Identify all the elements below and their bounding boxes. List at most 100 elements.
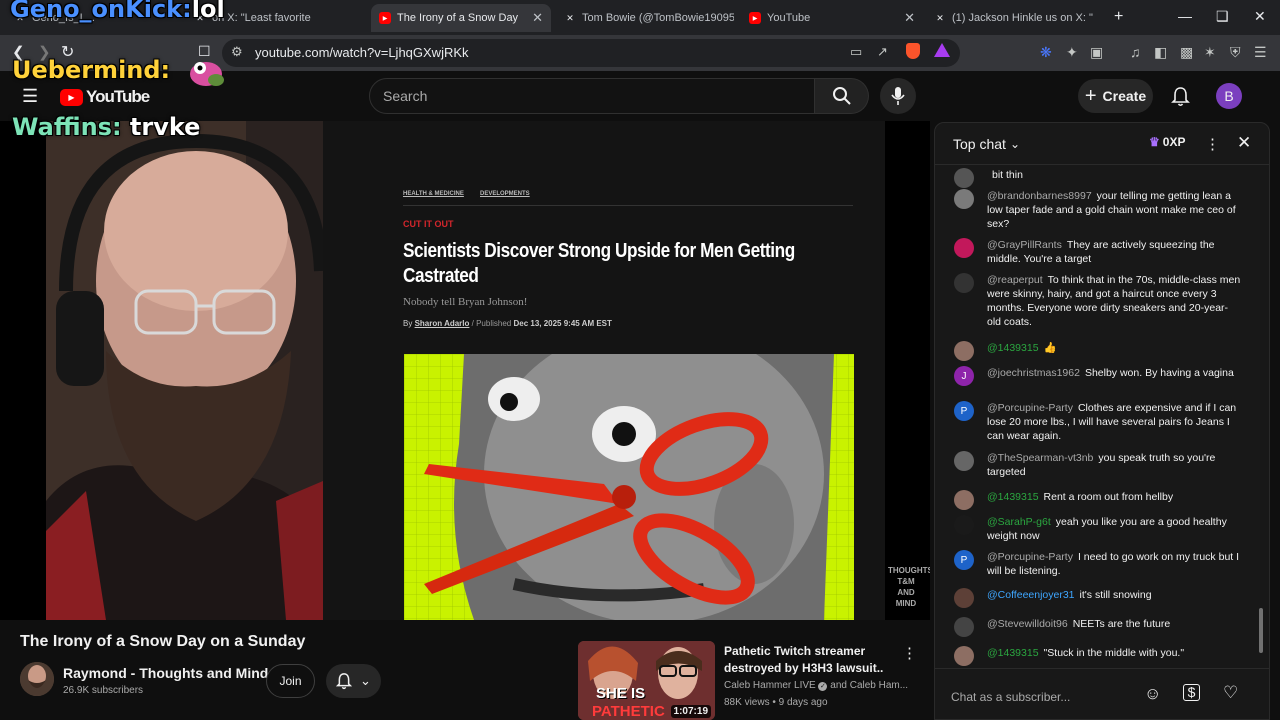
browser-tab[interactable]: ✕ Tom Bowie (@TomBowie190956 [556, 4, 734, 32]
overlay-text: lol [191, 0, 225, 23]
chat-avatar[interactable] [954, 341, 974, 361]
chat-avatar[interactable] [954, 617, 974, 637]
article-byline: By Sharon Adarlo / Published Dec 13, 202… [403, 319, 612, 328]
chat-author[interactable]: @Porcupine-Party [987, 402, 1073, 414]
recommended-channel[interactable]: Caleb Hammer LIVE ✓ and Caleb Ham... [724, 680, 908, 691]
chat-author[interactable]: @SarahP-g6t [987, 516, 1051, 528]
published-label: / Published [471, 319, 512, 328]
omnibox[interactable]: ⚙ youtube.com/watch?v=LjhqGXwjRKk ▭ ↗ [222, 39, 960, 67]
join-button[interactable]: Join [266, 664, 315, 698]
voice-search-button[interactable] [880, 78, 916, 114]
more-options-icon[interactable]: ⋮ [902, 644, 917, 662]
menu-icon[interactable]: ☰ [1254, 44, 1267, 61]
avatar-letter: B [1224, 88, 1234, 104]
chat-avatar[interactable] [954, 168, 974, 188]
browser-tab[interactable]: ▶ YouTube ✕ [741, 4, 923, 32]
leo-icon[interactable]: ✶ [1204, 44, 1216, 61]
hamburger-menu-icon[interactable]: ☰ [22, 86, 38, 107]
recommended-thumbnail[interactable]: SHE IS PATHETIC 1:07:19 [578, 641, 715, 720]
cast-icon[interactable]: ▭ [850, 44, 862, 60]
chat-author[interactable]: @1439315 [987, 342, 1039, 354]
chat-avatar[interactable] [954, 189, 974, 209]
extension-icon[interactable]: ❋ [1040, 44, 1052, 61]
browser-tab[interactable]: ✕ (1) Jackson Hinkle us on X: " [926, 4, 1106, 32]
article-tag[interactable]: HEALTH & MEDICINE [403, 191, 464, 197]
xp-label: 0XP [1162, 135, 1186, 149]
chat-author[interactable]: @brandonbarnes8997 [987, 190, 1092, 202]
chat-message: @reaperput To think that in the 70s, midd… [987, 273, 1242, 329]
chat-author[interactable]: @Porcupine-Party [987, 551, 1073, 563]
chat-author[interactable]: @Stevewilldoit96 [987, 618, 1068, 630]
chat-message: @Coffeeenjoyer31 it's still snowing [987, 588, 1242, 602]
share-icon[interactable]: ↗ [877, 44, 888, 60]
chat-message: @Porcupine-Party I need to go work on my … [987, 550, 1242, 578]
chat-avatar[interactable] [954, 646, 974, 666]
vpn-icon[interactable]: ⛨ [1230, 44, 1241, 61]
media-icon[interactable]: ♫ [1130, 44, 1141, 60]
extensions-puzzle-icon[interactable]: ✦ [1066, 44, 1078, 61]
chat-input[interactable]: Chat as a subscriber... [951, 685, 1146, 711]
chat-scrollbar[interactable] [1259, 608, 1263, 653]
account-avatar[interactable]: B [1216, 83, 1242, 109]
close-tab-icon[interactable]: ✕ [898, 10, 915, 26]
chat-author[interactable]: @1439315 [987, 647, 1039, 659]
article-author[interactable]: Sharon Adarlo [415, 319, 470, 328]
close-window-icon[interactable]: ✕ [1254, 8, 1266, 25]
minimize-icon[interactable]: — [1178, 8, 1192, 24]
microphone-icon [891, 87, 905, 105]
notifications-bell-icon[interactable] [1171, 86, 1190, 107]
site-settings-icon[interactable]: ⚙ [231, 44, 243, 60]
chat-avatar[interactable]: P [954, 550, 974, 570]
streamer-webcam-image [46, 121, 323, 620]
chat-message: @1439315 Rent a room out from hellby [987, 490, 1242, 504]
youtube-logo[interactable]: ▶ YouTube [60, 87, 150, 107]
overlay-user: Uebermind: [12, 56, 171, 84]
chat-author[interactable]: @Coffeeenjoyer31 [987, 589, 1075, 601]
chat-author[interactable]: @joechristmas1962 [987, 367, 1080, 379]
maximize-icon[interactable]: ❑ [1216, 8, 1229, 25]
video-player[interactable]: HEALTH & MEDICINE DEVELOPMENTS CUT IT OU… [0, 121, 930, 620]
brave-shield-icon[interactable] [906, 43, 920, 59]
create-button[interactable]: + Create [1078, 79, 1153, 113]
search-button[interactable] [815, 78, 869, 114]
recommended-title[interactable]: Pathetic Twitch streamer destroyed by H3… [724, 643, 894, 677]
wallet-icon[interactable]: ▩ [1180, 44, 1193, 61]
brave-rewards-icon[interactable] [934, 43, 950, 57]
chat-avatar[interactable]: J [954, 366, 974, 386]
chat-author[interactable]: @TheSpearman-vt3nb [987, 452, 1093, 464]
channel-avatar[interactable] [20, 662, 54, 696]
close-tab-icon[interactable]: ✕ [526, 10, 543, 26]
chat-mode-label: Top chat [953, 136, 1006, 152]
overlay-message: Geno_onKick:lol [10, 0, 225, 23]
chat-avatar[interactable] [954, 588, 974, 608]
chat-author[interactable]: @reaperput [987, 274, 1043, 286]
heart-icon[interactable]: ♡ [1223, 683, 1238, 703]
close-chat-icon[interactable]: ✕ [1237, 133, 1251, 153]
chat-avatar[interactable] [954, 451, 974, 471]
live-chat-panel: Top chat ⌄ ♛ 0XP ⋮ ✕ bit thin @brandonbar… [934, 122, 1270, 720]
article-tag[interactable]: DEVELOPMENTS [480, 191, 530, 197]
emoji-icon[interactable]: ☺ [1144, 684, 1161, 704]
screenshot-icon[interactable]: ▣ [1090, 44, 1103, 61]
chat-author[interactable]: @GrayPillRants [987, 239, 1062, 251]
chat-avatar[interactable] [954, 238, 974, 258]
super-chat-icon[interactable]: $ [1183, 684, 1200, 701]
channel-name[interactable]: Raymond - Thoughts and Mind [63, 665, 268, 681]
search-input[interactable]: Search [369, 78, 815, 114]
thumbnail-text: SHE IS [596, 685, 646, 702]
chat-mode-dropdown[interactable]: Top chat ⌄ [953, 136, 1020, 152]
chat-avatar[interactable] [954, 490, 974, 510]
chat-avatar[interactable] [954, 273, 974, 293]
channel-points-badge[interactable]: ♛ 0XP [1149, 135, 1185, 149]
url-text[interactable]: youtube.com/watch?v=LjhqGXwjRKk [255, 45, 469, 60]
sidebar-icon[interactable]: ◧ [1154, 44, 1167, 61]
new-tab-icon[interactable]: + [1114, 8, 1123, 26]
chat-author[interactable]: @1439315 [987, 491, 1039, 503]
subscribed-notifications-button[interactable]: ⌄ [326, 664, 381, 698]
chat-more-icon[interactable]: ⋮ [1205, 135, 1220, 153]
chat-avatar[interactable] [954, 515, 974, 535]
recommended-meta: 88K views • 9 days ago [724, 697, 828, 708]
chat-avatar[interactable]: P [954, 401, 974, 421]
article-screen: HEALTH & MEDICINE DEVELOPMENTS CUT IT OU… [323, 121, 885, 620]
browser-tab[interactable]: ▶ The Irony of a Snow Day ✕ [371, 4, 551, 32]
